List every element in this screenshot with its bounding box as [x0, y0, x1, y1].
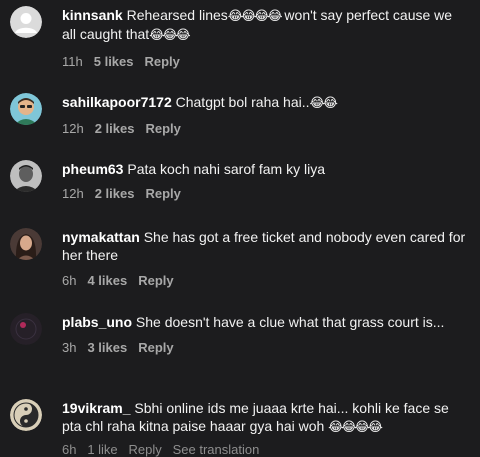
- likes-count[interactable]: 2 likes: [95, 121, 135, 136]
- comment-content: plabs_uno She doesn't have a clue what t…: [62, 313, 467, 356]
- comment-username[interactable]: plabs_uno: [62, 314, 132, 330]
- comment-content: 19vikram_ Sbhi online ids me juaaa krte …: [62, 399, 467, 436]
- comment-time: 11h: [62, 54, 83, 69]
- man-portrait-avatar-icon[interactable]: [10, 160, 42, 192]
- laugh-emoji-icon: 😂😂😂😂: [227, 8, 283, 23]
- comment-content: pheum63 Pata koch nahi sarof fam ky liya…: [62, 160, 467, 202]
- comment-time: 12h: [62, 121, 84, 136]
- comment-content: sahilkapoor7172 Chatgpt bol raha hai..😂😂…: [62, 93, 467, 137]
- comment-time: 12h: [62, 186, 84, 201]
- likes-count[interactable]: 5 likes: [94, 54, 134, 69]
- comment-username[interactable]: pheum63: [62, 161, 123, 177]
- likes-count[interactable]: 2 likes: [95, 186, 135, 201]
- comment-body: 19vikram_ Sbhi online ids me juaaa krte …: [62, 399, 467, 436]
- comment-body: pheum63 Pata koch nahi sarof fam ky liya: [62, 160, 467, 178]
- reply-button[interactable]: Reply: [145, 121, 180, 136]
- cartoon-avatar-icon[interactable]: [10, 93, 42, 125]
- woman-portrait-avatar-icon[interactable]: [10, 228, 42, 260]
- reply-button[interactable]: Reply: [138, 340, 173, 355]
- comment-text: Rehearsed lines: [126, 7, 228, 23]
- comment-username[interactable]: 19vikram_: [62, 400, 131, 416]
- comment-username[interactable]: sahilkapoor7172: [62, 94, 172, 110]
- comment-text: Pata koch nahi sarof fam ky liya: [127, 161, 326, 177]
- reply-button[interactable]: Reply: [145, 54, 180, 69]
- comment-meta: 12h 2 likes Reply: [62, 186, 467, 202]
- comment-username[interactable]: nymakattan: [62, 229, 140, 245]
- comment-text: She doesn't have a clue what that grass …: [135, 314, 445, 330]
- likes-count[interactable]: 3 likes: [87, 340, 127, 355]
- dark-abstract-avatar-icon[interactable]: [10, 313, 42, 345]
- comment-body: sahilkapoor7172 Chatgpt bol raha hai..😂😂: [62, 93, 467, 112]
- laugh-emoji-icon: 😂😂😂: [149, 27, 191, 42]
- reply-button[interactable]: Reply: [145, 186, 180, 201]
- laugh-emoji-icon: 😂😂😂😂: [328, 419, 383, 434]
- comment-body: nymakattan She has got a free ticket and…: [62, 228, 467, 264]
- comment-meta: 11h 5 likes Reply: [62, 54, 467, 70]
- likes-count[interactable]: 4 likes: [87, 273, 127, 288]
- comment-text: Chatgpt bol raha hai..: [175, 94, 310, 110]
- comment-body: plabs_uno She doesn't have a clue what t…: [62, 313, 467, 331]
- comment-time: 6h: [62, 273, 77, 288]
- comment-username[interactable]: kinnsank: [62, 7, 123, 23]
- comment-meta: 6h 4 likes Reply: [62, 273, 467, 289]
- comment-list: kinnsank Rehearsed lines😂😂😂😂 won't say p…: [0, 0, 480, 457]
- yin-yang-avatar-icon[interactable]: [10, 399, 42, 431]
- default-avatar-icon[interactable]: [10, 6, 42, 38]
- comment-body: kinnsank Rehearsed lines😂😂😂😂 won't say p…: [62, 6, 467, 44]
- reply-button[interactable]: Reply: [138, 273, 173, 288]
- comment-meta: 12h 2 likes Reply: [62, 121, 467, 137]
- comment-content: nymakattan She has got a free ticket and…: [62, 228, 467, 289]
- comment-content: kinnsank Rehearsed lines😂😂😂😂 won't say p…: [62, 6, 467, 70]
- comment-meta: 3h 3 likes Reply: [62, 340, 467, 356]
- comment-time: 3h: [62, 340, 77, 355]
- laugh-emoji-icon: 😂😂: [309, 95, 338, 110]
